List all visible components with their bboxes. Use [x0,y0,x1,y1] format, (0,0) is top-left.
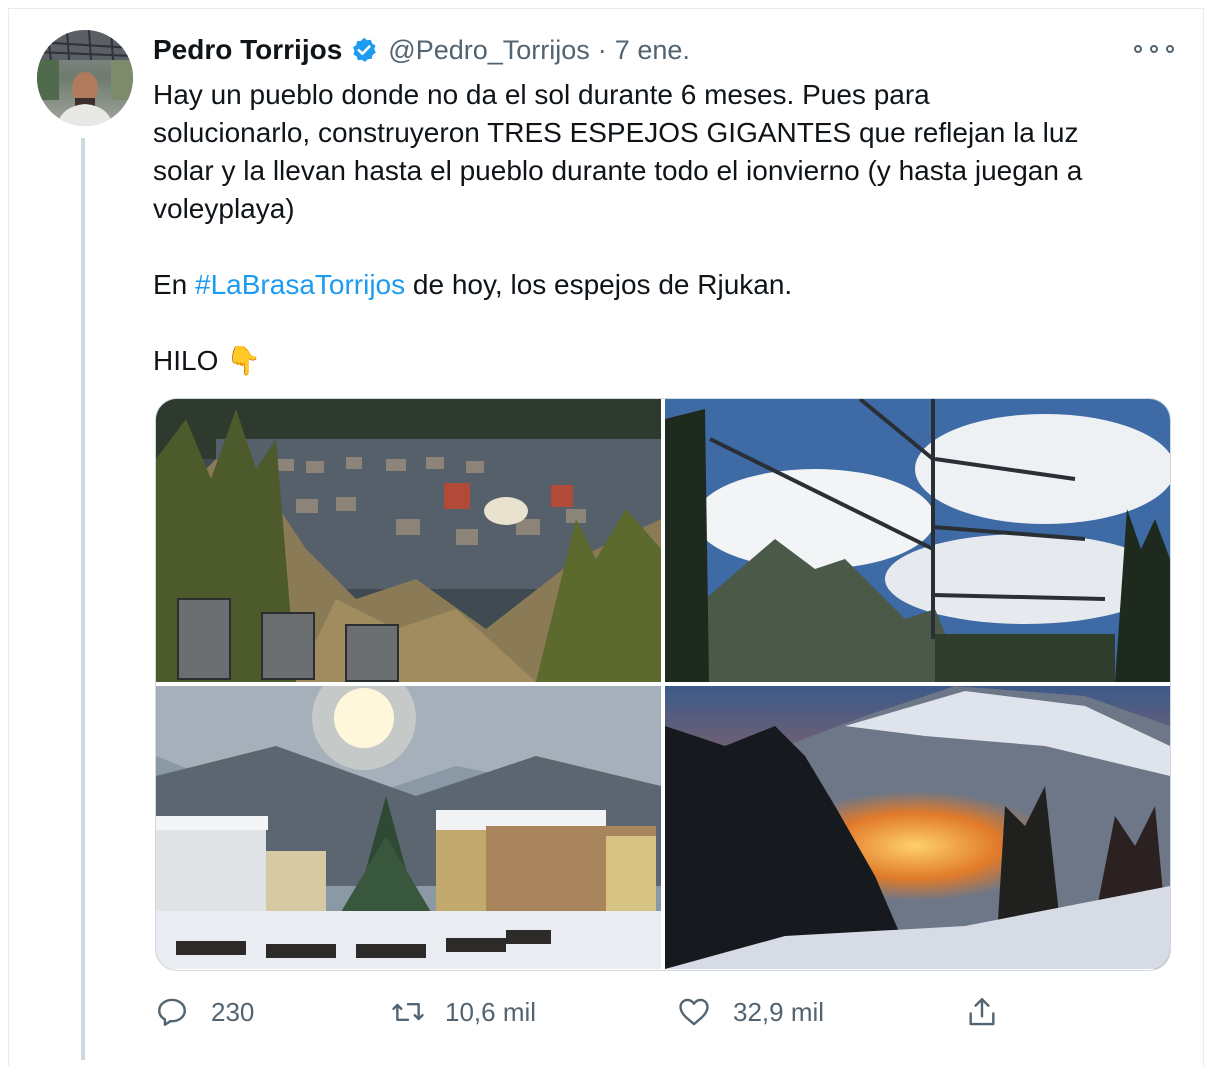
tweet-text-line: solucionarlo, construyeron TRES ESPEJOS … [153,117,1079,148]
hashtag-link[interactable]: #LaBrasaTorrijos [195,269,405,300]
heart-icon [679,998,709,1026]
photo-snowy-square[interactable] [156,686,661,969]
thread-label: HILO [153,345,219,376]
like-button[interactable]: 32,9 mil [677,990,824,1034]
tweet-actions: 230 10,6 mil 32,9 mil [155,990,1015,1034]
line-suffix: de hoy, los espejos de Rjukan. [405,269,793,300]
tweet-text-line: voleyplaya) [153,193,295,224]
thread-label-line: HILO 👇 [153,342,1183,380]
retweet-icon [392,1003,424,1021]
tweet-date[interactable]: 7 ene. [615,35,690,66]
media-grid [155,398,1171,971]
share-icon [969,998,995,1026]
tweet-text: Hay un pueblo donde no da el sol durante… [153,76,1183,380]
share-button[interactable] [965,990,999,1034]
photo-mirrors-sky[interactable] [665,399,1170,682]
reply-count: 230 [211,996,255,1027]
reply-button[interactable]: 230 [155,990,254,1034]
line-prefix: En [153,269,196,300]
photo-valley-dusk[interactable] [665,686,1170,969]
verified-badge-icon [350,36,378,64]
photo-town-aerial[interactable] [156,399,661,682]
tweet-text-hashtag-line: En #LaBrasaTorrijos de hoy, los espejos … [153,266,1183,304]
separator-dot: · [597,34,607,65]
thread-line [81,138,85,1060]
author-handle[interactable]: @Pedro_Torrijos [388,35,590,66]
pointing-down-emoji: 👇 [226,345,262,376]
tweet-text-line: solar y la llevan hasta el pueblo durant… [153,155,1083,186]
retweet-count: 10,6 mil [445,996,537,1027]
tweet-header: Pedro Torrijos @Pedro_Torrijos · 7 ene. [153,30,690,70]
reply-icon [158,998,186,1026]
tweet-text-line: Hay un pueblo donde no da el sol durante… [153,79,930,110]
more-options-icon[interactable] [1134,36,1174,62]
retweet-button[interactable]: 10,6 mil [391,990,536,1034]
like-count: 32,9 mil [733,996,825,1027]
avatar[interactable] [37,30,133,126]
author-name[interactable]: Pedro Torrijos [153,34,342,66]
